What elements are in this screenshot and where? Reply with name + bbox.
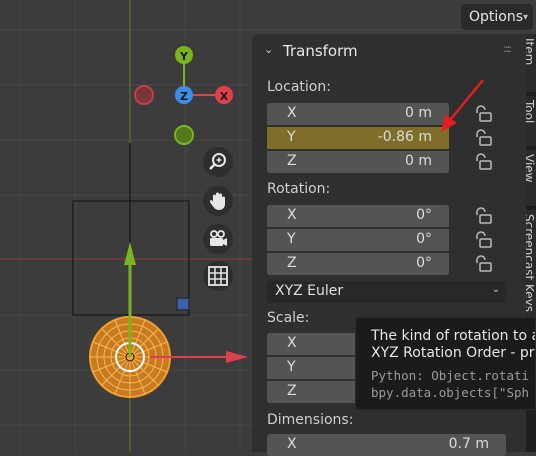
- tab-view-label: View: [526, 154, 536, 183]
- rotation-x-axis: X: [287, 207, 297, 223]
- tooltip-enum-description: XYZ Rotation Order - pro: [371, 345, 536, 361]
- tab-screencast-keys-label: Screencast Keys: [526, 214, 536, 312]
- tooltip-python-data-path: bpy.data.objects["Sph: [371, 385, 530, 400]
- location-z-value: 0 m: [405, 153, 432, 169]
- scale-x-axis: X: [287, 335, 297, 351]
- gizmo-z-label: Z: [180, 90, 188, 103]
- options-dropdown[interactable]: Options ▾: [461, 4, 533, 30]
- location-z-field[interactable]: Z 0 m: [267, 151, 449, 173]
- rotation-mode-value: XYZ Euler: [275, 283, 344, 299]
- rotation-x-value: 0°: [416, 207, 432, 223]
- tab-screencast-keys[interactable]: Screencast Keys: [526, 210, 536, 331]
- location-label: Location:: [267, 79, 331, 95]
- drag-handle-icon[interactable]: ::::: [503, 42, 512, 55]
- panel-title: Transform: [283, 42, 358, 60]
- lock-icon[interactable]: [472, 152, 494, 172]
- location-y-field[interactable]: Y -0.86 m: [267, 127, 449, 149]
- scale-handle: [176, 297, 190, 311]
- chevron-down-icon: ▾: [523, 11, 529, 23]
- zoom-button[interactable]: [203, 147, 233, 177]
- pan-button[interactable]: [203, 186, 233, 216]
- gizmo-x-label: X: [220, 90, 229, 103]
- lock-icon[interactable]: [472, 230, 494, 250]
- chevron-down-icon: ⌄: [491, 284, 500, 295]
- rotation-y-value: 0°: [416, 231, 432, 247]
- dimensions-x-value: 0.7 m: [448, 436, 489, 452]
- options-label: Options: [469, 9, 524, 25]
- annotation-arrow: [441, 79, 484, 132]
- location-x-value: 0 m: [405, 105, 432, 121]
- location-x-axis: X: [287, 105, 297, 121]
- tab-tool[interactable]: Tool: [526, 96, 536, 147]
- lock-icon[interactable]: [472, 206, 494, 226]
- hand-pan-icon: [209, 192, 225, 210]
- tab-item[interactable]: Item: [526, 34, 536, 93]
- tooltip-python-path: Python: Object.rotati: [371, 368, 530, 383]
- lock-icon[interactable]: [472, 254, 494, 274]
- tab-item-label: Item: [526, 38, 536, 66]
- tab-view[interactable]: View: [526, 150, 536, 207]
- location-y-value: -0.86 m: [377, 129, 432, 145]
- camera-view-button[interactable]: [203, 224, 233, 254]
- rotation-y-field[interactable]: Y 0°: [267, 229, 449, 251]
- camera-icon: [210, 230, 227, 246]
- tooltip: The kind of rotation to app XYZ Rotation…: [355, 317, 536, 410]
- location-x-field[interactable]: X 0 m: [267, 103, 449, 125]
- rotation-z-axis: Z: [287, 255, 297, 271]
- dimensions-label: Dimensions:: [267, 412, 354, 428]
- location-y-axis: Y: [287, 129, 296, 145]
- scale-y-axis: Y: [287, 359, 296, 375]
- transform-panel-header[interactable]: ⌄ Transform ::::: [252, 34, 526, 68]
- scale-z-axis: Z: [287, 383, 297, 399]
- gizmo-y-label: Y: [179, 50, 189, 63]
- dimensions-x-axis: X: [287, 436, 297, 452]
- chevron-down-icon[interactable]: ⌄: [264, 43, 273, 56]
- scale-label: Scale:: [267, 310, 310, 326]
- tooltip-description: The kind of rotation to app: [371, 328, 535, 344]
- tab-tool-label: Tool: [526, 100, 536, 124]
- rotation-mode-select[interactable]: XYZ Euler ⌄: [267, 281, 506, 303]
- dimensions-x-field[interactable]: X 0.7 m: [267, 434, 506, 456]
- rotation-z-field[interactable]: Z 0°: [267, 253, 449, 275]
- rotation-y-axis: Y: [287, 231, 296, 247]
- zoom-icon: [209, 153, 226, 170]
- rotation-z-value: 0°: [416, 255, 432, 271]
- grid-icon: [208, 266, 228, 286]
- location-z-axis: Z: [287, 153, 297, 169]
- rotation-label: Rotation:: [267, 181, 331, 197]
- rotation-x-field[interactable]: X 0°: [267, 205, 449, 227]
- ortho-toggle-button[interactable]: [203, 261, 233, 291]
- navigation-gizmo[interactable]: Y X Z: [0, 0, 260, 160]
